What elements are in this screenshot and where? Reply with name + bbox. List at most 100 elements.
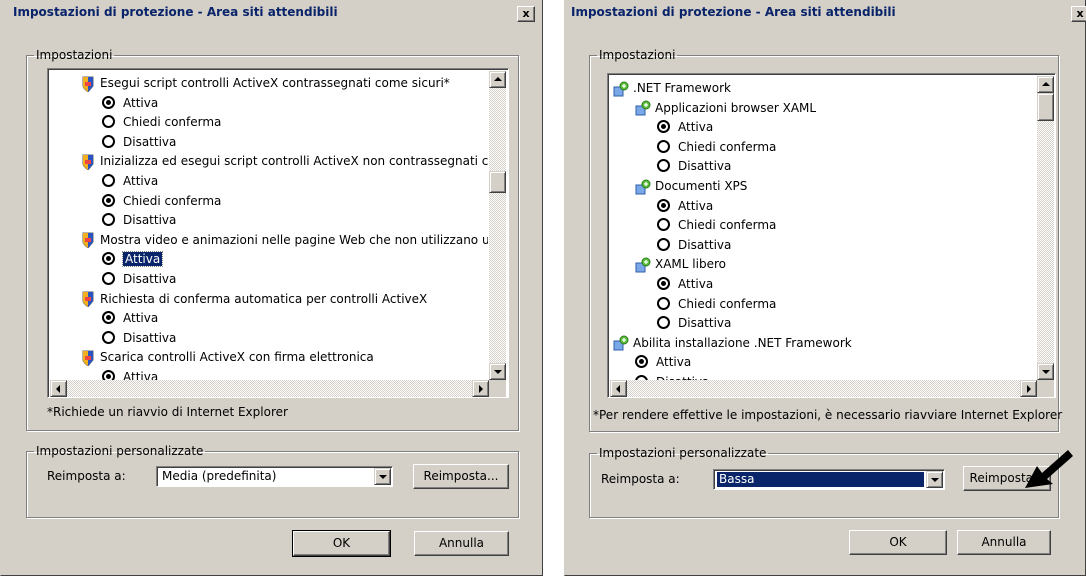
reset-to-label: Reimposta a: xyxy=(47,469,126,483)
reset-level-value: Media (predefinita) xyxy=(162,469,277,483)
net-framework-icon xyxy=(613,81,629,97)
close-button[interactable]: x xyxy=(1071,6,1086,22)
setting-category-label: XAML libero xyxy=(655,257,726,272)
radio-option[interactable]: Attiva xyxy=(102,309,158,328)
shield-setting-icon xyxy=(80,350,96,367)
cancel-button[interactable]: Annulla xyxy=(957,530,1051,555)
net-framework-icon xyxy=(613,335,629,351)
radio-option[interactable]: Chiedi conferma xyxy=(657,138,776,157)
radio-option[interactable]: Chiedi conferma xyxy=(657,295,776,314)
radio-option[interactable]: Attiva xyxy=(102,250,164,269)
radio-unchecked-icon[interactable] xyxy=(102,115,115,129)
vertical-scrollbar[interactable] xyxy=(489,71,506,380)
shield-setting-icon xyxy=(80,76,96,93)
radio-option[interactable]: Attiva xyxy=(635,353,691,372)
radio-option-label: Attiva xyxy=(123,370,159,380)
reset-level-select[interactable]: Bassa xyxy=(713,469,945,490)
radio-unchecked-icon[interactable] xyxy=(657,237,670,251)
dropdown-button[interactable] xyxy=(374,468,391,485)
vertical-scrollbar[interactable] xyxy=(1037,76,1054,380)
scroll-down-button[interactable] xyxy=(489,363,506,380)
setting-category: Mostra video e animazioni nelle pagine W… xyxy=(80,231,488,250)
radio-option[interactable]: Disattiva xyxy=(657,314,731,333)
scrollbar-corner xyxy=(489,380,506,397)
scroll-right-button[interactable] xyxy=(1020,380,1037,397)
radio-option[interactable]: Attiva xyxy=(102,172,158,191)
radio-unchecked-icon[interactable] xyxy=(102,134,115,148)
radio-unchecked-icon[interactable] xyxy=(102,213,115,227)
radio-checked-icon[interactable] xyxy=(102,95,115,109)
radio-option[interactable]: Attiva xyxy=(657,118,713,137)
net-framework-icon xyxy=(635,179,651,195)
setting-category: Scarica controlli ActiveX con firma elet… xyxy=(80,348,374,367)
radio-checked-icon[interactable] xyxy=(635,355,648,369)
radio-option[interactable]: Chiedi conferma xyxy=(102,192,221,211)
scroll-down-button[interactable] xyxy=(1037,363,1054,380)
radio-option[interactable]: Disattiva xyxy=(102,329,176,348)
horizontal-scrollbar[interactable] xyxy=(610,380,1037,397)
radio-option[interactable]: Disattiva xyxy=(657,236,731,255)
radio-unchecked-icon[interactable] xyxy=(102,272,115,285)
settings-list[interactable]: Esegui script controlli ActiveX contrass… xyxy=(47,68,509,398)
radio-option-label: Chiedi conferma xyxy=(678,296,777,311)
radio-option[interactable]: Chiedi conferma xyxy=(657,216,776,235)
radio-option-label: Attiva xyxy=(123,95,159,110)
radio-unchecked-icon[interactable] xyxy=(657,296,670,310)
radio-unchecked-icon[interactable] xyxy=(657,218,670,232)
scroll-left-button[interactable] xyxy=(610,380,627,397)
radio-checked-icon[interactable] xyxy=(102,193,115,207)
radio-option[interactable]: Attiva xyxy=(102,94,158,113)
radio-checked-icon[interactable] xyxy=(102,311,115,325)
reset-button[interactable]: Reimposta... xyxy=(413,464,509,489)
radio-option[interactable]: Attiva xyxy=(657,197,713,216)
chevron-down-icon xyxy=(379,475,387,479)
radio-checked-icon[interactable] xyxy=(102,370,115,380)
reset-level-select[interactable]: Media (predefinita) xyxy=(156,466,393,487)
setting-category: XAML libero xyxy=(635,255,726,274)
setting-category: Abilita installazione .NET Framework xyxy=(613,334,852,353)
radio-option[interactable]: Chiedi conferma xyxy=(102,113,221,132)
radio-option-label: Attiva xyxy=(123,174,159,188)
radio-unchecked-icon[interactable] xyxy=(657,139,670,153)
scroll-left-button[interactable] xyxy=(50,380,67,397)
cancel-button[interactable]: Annulla xyxy=(414,531,509,556)
close-button[interactable]: x xyxy=(517,6,535,22)
horizontal-scrollbar[interactable] xyxy=(50,380,489,397)
radio-unchecked-icon[interactable] xyxy=(657,316,670,330)
radio-checked-icon[interactable] xyxy=(657,277,670,290)
radio-option[interactable]: Attiva xyxy=(102,368,158,380)
scroll-up-button[interactable] xyxy=(1037,76,1054,93)
radio-option-label: Disattiva xyxy=(123,134,177,149)
scroll-thumb[interactable] xyxy=(489,171,506,193)
dialog-title: Impostazioni di protezione - Area siti a… xyxy=(13,5,338,19)
setting-category-label: Abilita installazione .NET Framework xyxy=(633,335,852,350)
scroll-up-button[interactable] xyxy=(489,71,506,88)
reset-to-label: Reimposta a: xyxy=(601,472,680,486)
radio-option[interactable]: Disattiva xyxy=(102,270,176,289)
dropdown-button[interactable] xyxy=(926,471,943,488)
radio-checked-icon[interactable] xyxy=(102,252,115,266)
scroll-right-button[interactable] xyxy=(472,380,489,397)
radio-option[interactable]: Disattiva xyxy=(657,157,731,176)
radio-checked-icon[interactable] xyxy=(657,120,670,134)
scroll-thumb[interactable] xyxy=(1037,93,1054,121)
restart-note: *Per rendere effettive le impostazioni, … xyxy=(593,408,1063,422)
title-bar: Impostazioni di protezione - Area siti a… xyxy=(565,0,1086,24)
radio-option-label: Attiva xyxy=(678,120,714,135)
setting-category: Applicazioni browser XAML xyxy=(635,99,816,118)
radio-option[interactable]: Disattiva xyxy=(635,373,709,380)
radio-option[interactable]: Disattiva xyxy=(102,211,176,230)
ok-button[interactable]: OK xyxy=(849,530,947,555)
arrow-right-icon xyxy=(1027,385,1031,393)
setting-category-label: .NET Framework xyxy=(633,81,731,95)
settings-list[interactable]: .NET Framework Applicazioni browser XAML A… xyxy=(607,73,1056,398)
radio-checked-icon[interactable] xyxy=(657,198,670,212)
ok-button[interactable]: OK xyxy=(292,530,391,557)
radio-unchecked-icon[interactable] xyxy=(102,174,115,187)
radio-option[interactable]: Disattiva xyxy=(102,133,176,152)
radio-option-label: Chiedi conferma xyxy=(678,139,777,154)
radio-unchecked-icon[interactable] xyxy=(657,159,670,173)
radio-option[interactable]: Attiva xyxy=(657,275,713,294)
custom-settings-group-label: Impostazioni personalizzate xyxy=(36,444,204,458)
radio-unchecked-icon[interactable] xyxy=(102,330,115,344)
